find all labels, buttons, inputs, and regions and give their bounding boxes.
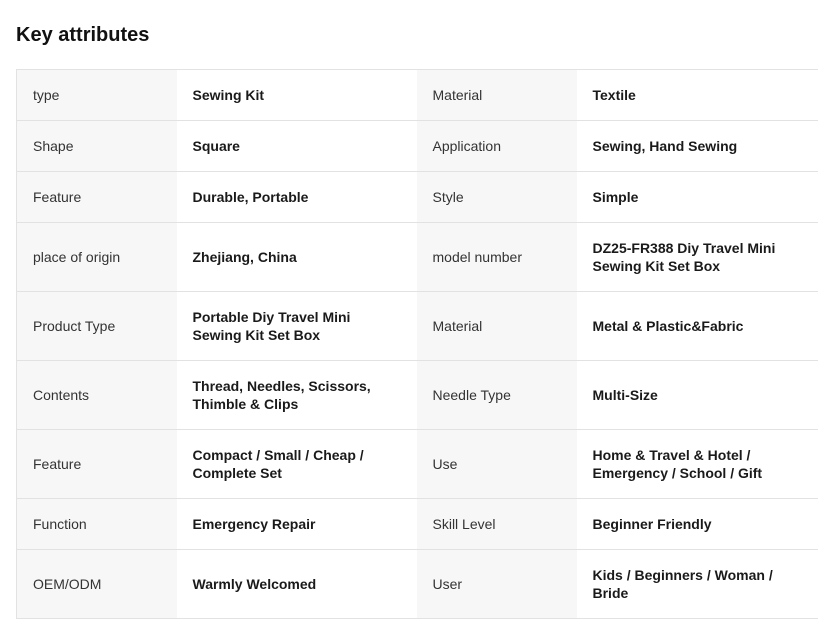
- attribute-key: model number: [417, 223, 577, 292]
- attribute-key: Use: [417, 430, 577, 499]
- attribute-key: Application: [417, 121, 577, 172]
- attribute-value: Emergency Repair: [177, 499, 417, 550]
- attribute-value: Square: [177, 121, 417, 172]
- attribute-value: Warmly Welcomed: [177, 550, 417, 619]
- table-row: Feature Compact / Small / Cheap / Comple…: [17, 430, 818, 499]
- attribute-value: Kids / Beginners / Woman / Bride: [577, 550, 818, 619]
- attribute-key: User: [417, 550, 577, 619]
- table-row: Feature Durable, Portable Style Simple: [17, 172, 818, 223]
- attribute-value: Beginner Friendly: [577, 499, 818, 550]
- attribute-key: Material: [417, 292, 577, 361]
- table-row: OEM/ODM Warmly Welcomed User Kids / Begi…: [17, 550, 818, 619]
- attribute-value: Thread, Needles, Scissors, Thimble & Cli…: [177, 361, 417, 430]
- table-row: place of origin Zhejiang, China model nu…: [17, 223, 818, 292]
- table-row: Product Type Portable Diy Travel Mini Se…: [17, 292, 818, 361]
- attribute-key: Feature: [17, 172, 177, 223]
- attribute-value: DZ25-FR388 Diy Travel Mini Sewing Kit Se…: [577, 223, 818, 292]
- attribute-value: Durable, Portable: [177, 172, 417, 223]
- attribute-key: Feature: [17, 430, 177, 499]
- attribute-value: Zhejiang, China: [177, 223, 417, 292]
- attribute-value: Sewing Kit: [177, 70, 417, 121]
- attribute-value: Textile: [577, 70, 818, 121]
- attribute-key: Skill Level: [417, 499, 577, 550]
- attribute-key: place of origin: [17, 223, 177, 292]
- attribute-key: Needle Type: [417, 361, 577, 430]
- table-row: Function Emergency Repair Skill Level Be…: [17, 499, 818, 550]
- table-row: type Sewing Kit Material Textile: [17, 70, 818, 121]
- page-title: Key attributes: [16, 22, 149, 48]
- attribute-key: Shape: [17, 121, 177, 172]
- attribute-key: Style: [417, 172, 577, 223]
- attribute-value: Simple: [577, 172, 818, 223]
- attribute-value: Home & Travel & Hotel / Emergency / Scho…: [577, 430, 818, 499]
- attribute-key: Contents: [17, 361, 177, 430]
- attribute-value: Compact / Small / Cheap / Complete Set: [177, 430, 417, 499]
- attribute-key: Product Type: [17, 292, 177, 361]
- table-row: Contents Thread, Needles, Scissors, Thim…: [17, 361, 818, 430]
- table-row: Shape Square Application Sewing, Hand Se…: [17, 121, 818, 172]
- key-attributes-table: type Sewing Kit Material Textile Shape S…: [16, 69, 818, 619]
- attribute-key: type: [17, 70, 177, 121]
- attribute-value: Sewing, Hand Sewing: [577, 121, 818, 172]
- attribute-key: OEM/ODM: [17, 550, 177, 619]
- attribute-value: Metal & Plastic&Fabric: [577, 292, 818, 361]
- attribute-key: Function: [17, 499, 177, 550]
- attribute-value: Portable Diy Travel Mini Sewing Kit Set …: [177, 292, 417, 361]
- attribute-key: Material: [417, 70, 577, 121]
- attribute-value: Multi-Size: [577, 361, 818, 430]
